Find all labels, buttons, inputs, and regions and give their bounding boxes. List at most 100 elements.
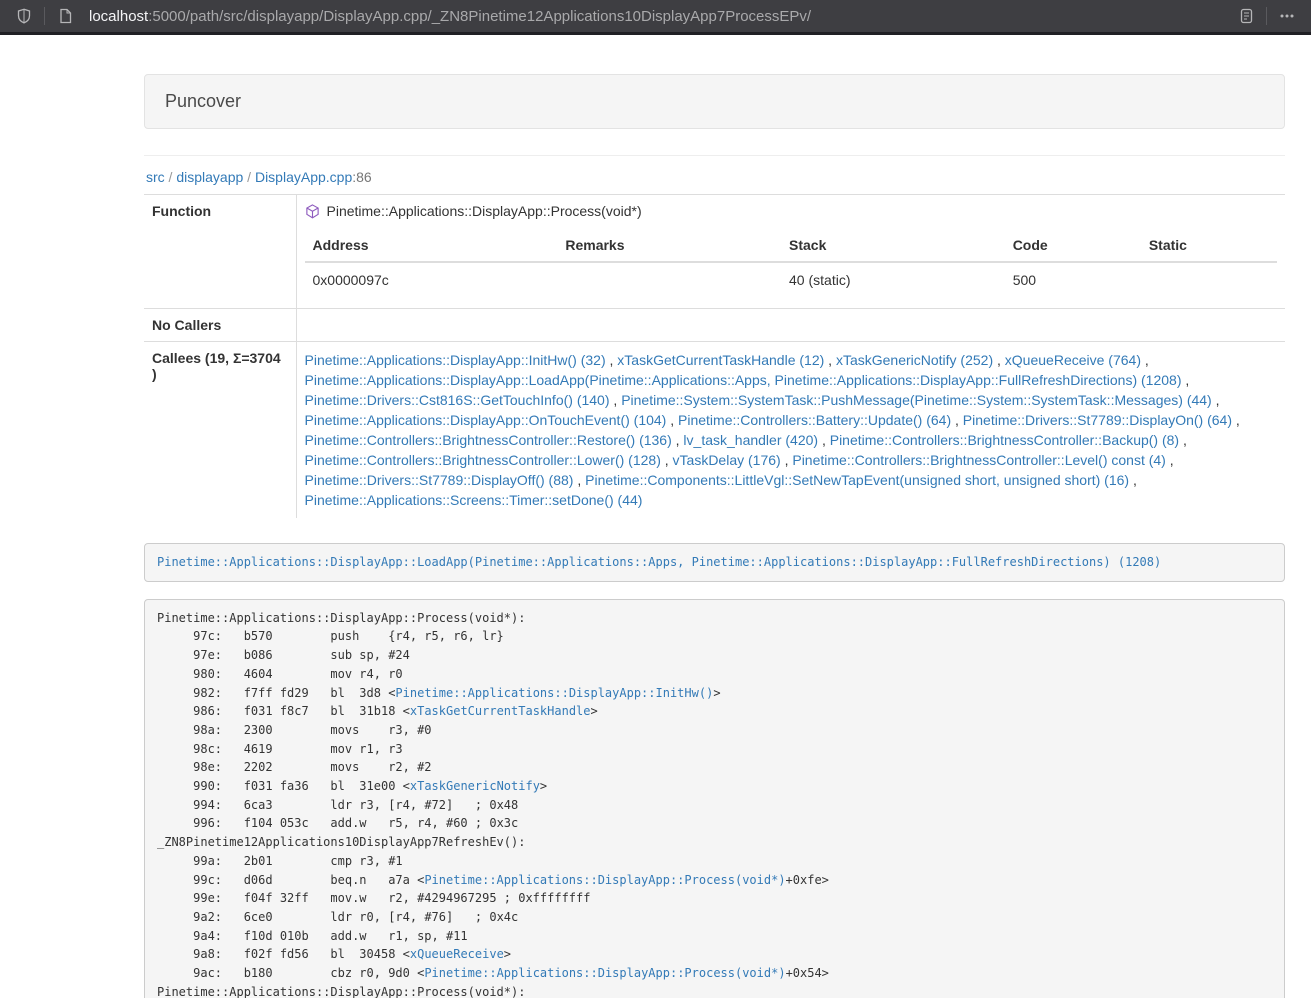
callee-separator: , [606, 352, 618, 368]
code-line: 9a2: 6ce0 ldr r0, [r4, #76] ; 0x4c [157, 908, 1272, 927]
code-line: 990: f031 fa36 bl 31e00 <xTaskGenericNot… [157, 777, 1272, 796]
code-line: 98a: 2300 movs r3, #0 [157, 721, 1272, 740]
reader-view-icon[interactable] [1232, 3, 1260, 29]
breadcrumb-line-number: :86 [352, 169, 371, 185]
callee-link[interactable]: Pinetime::Controllers::BrightnessControl… [792, 452, 1165, 468]
code-line: 99c: d06d beq.n a7a <Pinetime::Applicati… [157, 871, 1272, 890]
callees-cell: Pinetime::Applications::DisplayApp::Init… [296, 342, 1285, 519]
callee-separator: , [818, 432, 830, 448]
code-symbol-link[interactable]: Pinetime::Applications::DisplayApp::Proc… [424, 966, 785, 980]
code-line: Pinetime::Applications::DisplayApp::Proc… [157, 983, 1272, 998]
app-header: Puncover [144, 74, 1285, 129]
callee-separator: , [666, 412, 678, 428]
toolbar-divider [44, 7, 45, 25]
breadcrumb-link[interactable]: displayapp [176, 169, 243, 185]
page-info-icon[interactable] [51, 3, 79, 29]
breadcrumb-separator: / [165, 169, 177, 185]
stats-cell: 40 (static) [781, 262, 1005, 300]
code-line: 9a4: f10d 010b add.w r1, sp, #11 [157, 927, 1272, 946]
function-stats-table: AddressRemarksStackCodeStatic 0x0000097c… [305, 229, 1278, 300]
function-row: Function Pinetime::Applications::Display… [144, 195, 1285, 309]
menu-ellipsis-icon[interactable] [1273, 3, 1301, 29]
url-bar[interactable]: localhost:5000/path/src/displayapp/Displ… [89, 8, 1232, 25]
callee-separator: , [610, 392, 622, 408]
toolbar-divider [1266, 7, 1267, 25]
package-cube-icon [305, 204, 320, 219]
stats-col-header: Stack [781, 229, 1005, 262]
code-line: 99e: f04f 32ff mov.w r2, #4294967295 ; 0… [157, 889, 1272, 908]
url-host: localhost [89, 8, 148, 25]
stats-col-header: Code [1005, 229, 1141, 262]
function-title-line: Pinetime::Applications::DisplayApp::Proc… [305, 203, 1278, 219]
callee-link[interactable]: Pinetime::Controllers::Battery::Update()… [678, 412, 951, 428]
callee-separator: , [672, 432, 684, 448]
breadcrumb: src / displayapp / DisplayApp.cpp:86 [146, 169, 1285, 185]
loadapp-snippet-link[interactable]: Pinetime::Applications::DisplayApp::Load… [157, 555, 1161, 569]
stats-col-header: Remarks [557, 229, 781, 262]
callee-link[interactable]: Pinetime::Controllers::BrightnessControl… [830, 432, 1179, 448]
code-line: 996: f104 053c add.w r5, r4, #60 ; 0x3c [157, 814, 1272, 833]
browser-address-bar: localhost:5000/path/src/displayapp/Displ… [0, 0, 1311, 35]
loadapp-snippet-box: Pinetime::Applications::DisplayApp::Load… [144, 543, 1285, 582]
code-line: 980: 4604 mov r4, r0 [157, 665, 1272, 684]
callee-link[interactable]: vTaskDelay (176) [673, 452, 781, 468]
callee-separator: , [951, 412, 963, 428]
code-line: 9ac: b180 cbz r0, 9d0 <Pinetime::Applica… [157, 964, 1272, 983]
breadcrumb-separator: / [243, 169, 255, 185]
callee-separator: , [1179, 432, 1187, 448]
app-title: Puncover [165, 91, 241, 111]
callee-link[interactable]: xTaskGenericNotify (252) [836, 352, 993, 368]
function-row-label: Function [144, 195, 296, 309]
code-symbol-link[interactable]: xQueueReceive [410, 947, 504, 961]
code-symbol-link[interactable]: xTaskGetCurrentTaskHandle [410, 704, 591, 718]
page-container: Puncover src / displayapp / DisplayApp.c… [144, 74, 1285, 998]
no-callers-row: No Callers [144, 309, 1285, 342]
callee-separator: , [781, 452, 793, 468]
code-symbol-link[interactable]: Pinetime::Applications::DisplayApp::Init… [395, 686, 713, 700]
code-symbol-link[interactable]: xTaskGenericNotify [410, 779, 540, 793]
callee-link[interactable]: Pinetime::Components::LittleVgl::SetNewT… [585, 472, 1129, 488]
stats-cell [1141, 262, 1277, 300]
callee-link[interactable]: lv_task_handler (420) [683, 432, 818, 448]
callee-link[interactable]: xTaskGetCurrentTaskHandle (12) [617, 352, 824, 368]
code-line: 9a8: f02f fd56 bl 30458 <xQueueReceive> [157, 945, 1272, 964]
callee-separator: , [1232, 412, 1240, 428]
callee-link[interactable]: Pinetime::Applications::DisplayApp::OnTo… [305, 412, 667, 428]
shield-icon[interactable] [10, 3, 38, 29]
callee-link[interactable]: Pinetime::Applications::Screens::Timer::… [305, 492, 643, 508]
url-path: :5000/path/src/displayapp/DisplayApp.cpp… [148, 8, 811, 25]
callees-row: Callees (19, Σ=3704 ) Pinetime::Applicat… [144, 342, 1285, 519]
divider [144, 155, 1285, 156]
no-callers-label: No Callers [144, 309, 296, 342]
callee-link[interactable]: Pinetime::Drivers::St7789::DisplayOff() … [305, 472, 574, 488]
callee-separator: , [824, 352, 836, 368]
code-line: 994: 6ca3 ldr r3, [r4, #72] ; 0x48 [157, 796, 1272, 815]
code-line: 98c: 4619 mov r1, r3 [157, 740, 1272, 759]
function-detail-table: Function Pinetime::Applications::Display… [144, 194, 1285, 518]
callee-separator: , [1166, 452, 1174, 468]
stats-col-header: Address [305, 229, 558, 262]
code-line: 982: f7ff fd29 bl 3d8 <Pinetime::Applica… [157, 684, 1272, 703]
callee-link[interactable]: Pinetime::Controllers::BrightnessControl… [305, 452, 661, 468]
callees-label: Callees (19, Σ=3704 ) [144, 342, 296, 519]
callee-link[interactable]: Pinetime::Drivers::Cst816S::GetTouchInfo… [305, 392, 610, 408]
breadcrumb-link[interactable]: src [146, 169, 165, 185]
breadcrumb-link[interactable]: DisplayApp.cpp [255, 169, 352, 185]
callee-link[interactable]: Pinetime::Drivers::St7789::DisplayOn() (… [963, 412, 1232, 428]
callee-link[interactable]: Pinetime::Applications::DisplayApp::Load… [305, 372, 1182, 388]
code-line: 97e: b086 sub sp, #24 [157, 646, 1272, 665]
stats-value-row: 0x0000097c40 (static)500 [305, 262, 1278, 300]
callee-link[interactable]: xQueueReceive (764) [1005, 352, 1141, 368]
code-symbol-link[interactable]: Pinetime::Applications::DisplayApp::Proc… [424, 873, 785, 887]
callee-separator: , [661, 452, 673, 468]
code-line: Pinetime::Applications::DisplayApp::Proc… [157, 609, 1272, 628]
callee-separator: , [1141, 352, 1149, 368]
disassembly-block: Pinetime::Applications::DisplayApp::Proc… [144, 599, 1285, 998]
stats-cell [557, 262, 781, 300]
callee-link[interactable]: Pinetime::Applications::DisplayApp::Init… [305, 352, 606, 368]
stats-cell: 500 [1005, 262, 1141, 300]
callee-separator: , [1129, 472, 1137, 488]
code-line: 99a: 2b01 cmp r3, #1 [157, 852, 1272, 871]
callee-link[interactable]: Pinetime::Controllers::BrightnessControl… [305, 432, 672, 448]
callee-link[interactable]: Pinetime::System::SystemTask::PushMessag… [621, 392, 1212, 408]
